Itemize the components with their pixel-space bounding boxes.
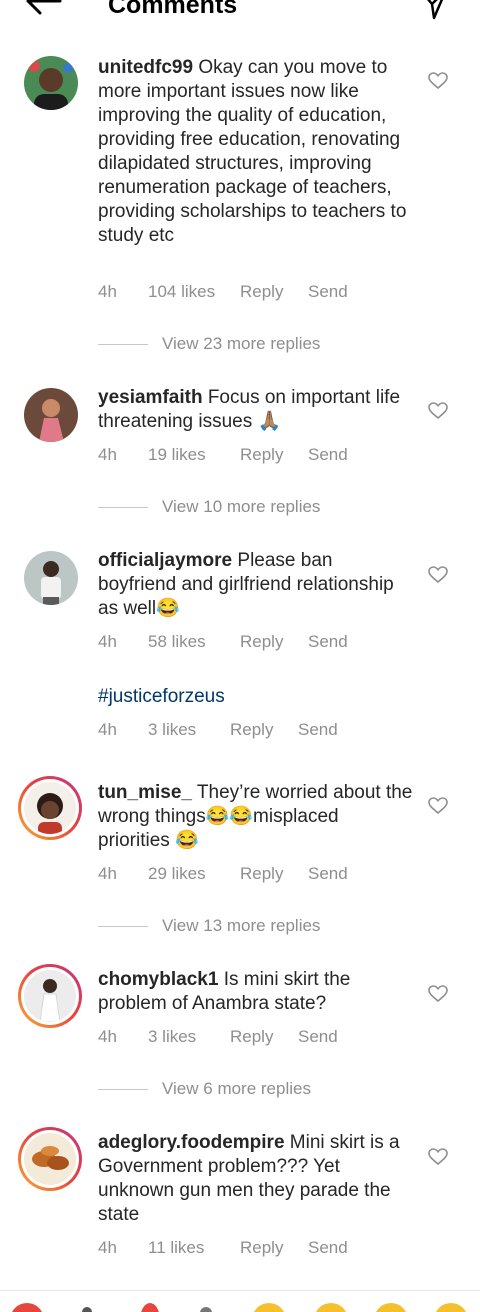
view-more-label: View 10 more replies <box>162 497 321 516</box>
emoji-icon[interactable] <box>82 1307 92 1312</box>
reply-button[interactable]: Reply <box>240 1237 308 1259</box>
comment-meta: 4h 11 likes Reply Send <box>98 1237 348 1259</box>
comment-time: 4h <box>98 864 117 883</box>
send-button[interactable]: Send <box>308 281 348 303</box>
heart-outline-icon[interactable] <box>428 72 448 90</box>
emoji-reaction-bar <box>0 1290 480 1312</box>
send-button[interactable]: Send <box>308 631 348 653</box>
comment-likes[interactable]: 19 likes <box>148 444 240 466</box>
comment-text: tun_mise_ They’re worried about the wron… <box>98 781 413 853</box>
comment-username[interactable]: officialjaymore <box>98 550 232 571</box>
comment-meta: 4h 104 likes Reply Send <box>98 281 348 303</box>
view-more-replies[interactable]: View 6 more replies <box>98 1078 311 1100</box>
heart-outline-icon[interactable] <box>428 1148 448 1166</box>
heart-outline-icon[interactable] <box>428 566 448 584</box>
comment-username[interactable]: tun_mise_ <box>98 782 192 803</box>
comment-body: Okay can you move to more important issu… <box>98 57 407 246</box>
divider <box>98 507 148 509</box>
view-more-label: View 23 more replies <box>162 334 321 353</box>
comment-text: unitedfc99 Okay can you move to more imp… <box>98 56 413 248</box>
avatar <box>24 782 76 834</box>
send-button[interactable]: Send <box>308 863 348 885</box>
reply-button[interactable]: Reply <box>240 444 308 466</box>
header-bar: Comments <box>0 0 480 24</box>
comment-time: 4h <box>98 632 117 651</box>
comment-meta: 4h 3 likes Reply Send <box>98 1026 338 1048</box>
comment-time: 4h <box>98 720 117 739</box>
comment-likes[interactable]: 58 likes <box>148 631 240 653</box>
comment-username[interactable]: adeglory.foodempire <box>98 1132 285 1153</box>
comment-text: adeglory.foodempire Mini skirt is a Gove… <box>98 1131 413 1227</box>
back-arrow-icon[interactable] <box>24 0 62 16</box>
comment-text: officialjaymore Please ban boyfriend and… <box>98 549 413 621</box>
comment-time: 4h <box>98 282 117 301</box>
heart-outline-icon[interactable] <box>428 402 448 420</box>
comment-likes[interactable]: 3 likes <box>148 1026 230 1048</box>
reply-text[interactable]: #justiceforzeus <box>98 685 413 709</box>
comment-likes[interactable]: 29 likes <box>148 863 240 885</box>
comment-meta: 4h 29 likes Reply Send <box>98 863 348 885</box>
page-title: Comments <box>108 0 238 19</box>
comment-text: yesiamfaith Focus on important life thre… <box>98 386 413 434</box>
comment-username[interactable]: yesiamfaith <box>98 387 203 408</box>
reply-button[interactable]: Reply <box>240 281 308 303</box>
avatar[interactable] <box>24 551 78 605</box>
paper-plane-icon[interactable] <box>420 0 448 20</box>
divider <box>98 1089 148 1091</box>
reply-button[interactable]: Reply <box>240 631 308 653</box>
view-more-replies[interactable]: View 10 more replies <box>98 496 320 518</box>
comment-time: 4h <box>98 445 117 464</box>
send-button[interactable]: Send <box>298 719 338 741</box>
avatar-story-ring[interactable] <box>18 964 82 1028</box>
divider <box>98 926 148 928</box>
emoji-icon[interactable] <box>200 1307 212 1312</box>
comment-time: 4h <box>98 1027 117 1046</box>
heart-outline-icon[interactable] <box>428 985 448 1003</box>
view-more-replies[interactable]: View 13 more replies <box>98 915 320 937</box>
comment-time: 4h <box>98 1238 117 1257</box>
view-more-replies[interactable]: View 23 more replies <box>98 333 320 355</box>
send-button[interactable]: Send <box>308 444 348 466</box>
reply-button[interactable]: Reply <box>230 1026 298 1048</box>
reply-button[interactable]: Reply <box>240 863 308 885</box>
avatar <box>24 1133 76 1185</box>
view-more-label: View 6 more replies <box>162 1079 311 1098</box>
comment-meta: 4h 58 likes Reply Send <box>98 631 348 653</box>
avatar-story-ring[interactable] <box>18 1127 82 1191</box>
reply-button[interactable]: Reply <box>230 719 298 741</box>
avatar[interactable] <box>24 56 78 110</box>
reply-meta: 4h 3 likes Reply Send <box>98 719 338 741</box>
send-button[interactable]: Send <box>298 1026 338 1048</box>
avatar <box>24 970 76 1022</box>
divider <box>98 344 148 346</box>
view-more-label: View 13 more replies <box>162 916 321 935</box>
send-button[interactable]: Send <box>308 1237 348 1259</box>
heart-outline-icon[interactable] <box>428 797 448 815</box>
comment-username[interactable]: unitedfc99 <box>98 57 193 78</box>
avatar[interactable] <box>24 388 78 442</box>
avatar-story-ring[interactable] <box>18 776 82 840</box>
comment-text: chomyblack1 Is mini skirt the problem of… <box>98 968 413 1016</box>
comment-likes[interactable]: 11 likes <box>148 1237 240 1259</box>
comment-likes[interactable]: 3 likes <box>148 719 230 741</box>
comment-username[interactable]: chomyblack1 <box>98 969 218 990</box>
comment-meta: 4h 19 likes Reply Send <box>98 444 348 466</box>
comment-likes[interactable]: 104 likes <box>148 281 240 303</box>
